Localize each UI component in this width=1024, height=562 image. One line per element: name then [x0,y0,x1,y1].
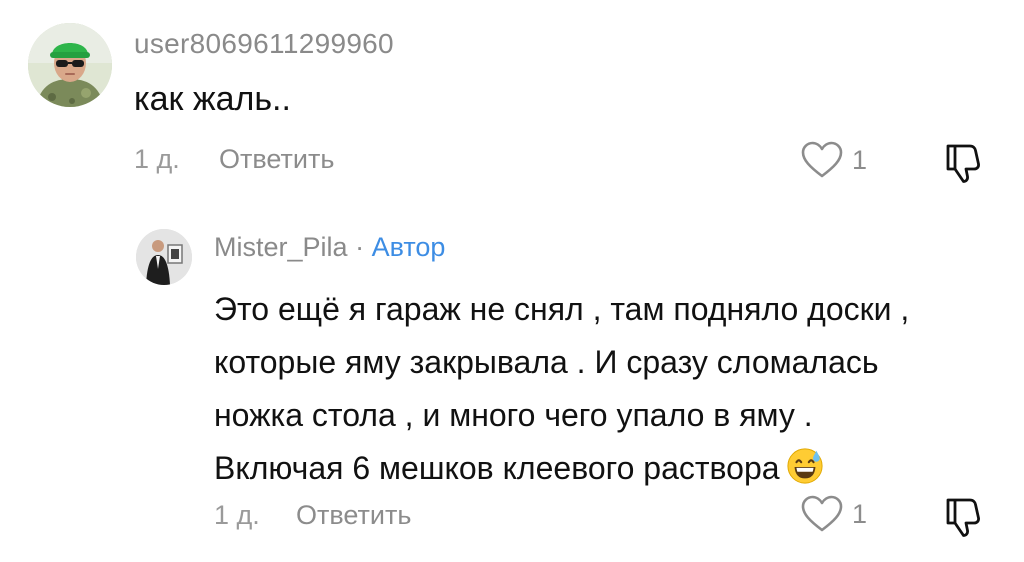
like-count: 1 [852,498,868,529]
heart-outline-icon [801,495,843,532]
avatar-photo [136,229,192,285]
reply-text-line: Это ещё я гараж не снял , там подняло до… [214,291,910,327]
reply-avatar[interactable] [136,229,192,285]
dislike-button[interactable] [940,494,986,543]
like-button[interactable]: 1 [800,140,867,180]
reply-header: Mister_Pila · Автор [214,232,445,263]
reply-text: Это ещё я гараж не снял , там подняло до… [214,283,1004,495]
avatar-photo [28,23,112,107]
reply-timestamp: 1 д. [214,500,260,530]
reply-button[interactable]: Ответить [296,500,411,531]
reply-button[interactable]: Ответить [219,144,334,175]
like-count: 1 [852,144,868,175]
dislike-button[interactable] [940,140,986,189]
like-button[interactable]: 1 [800,494,867,534]
thumbs-down-icon [946,144,980,183]
reply-text-line: которые яму закрывала . И сразу сломалас… [214,344,879,380]
comment-username[interactable]: user8069611299960 [134,28,394,60]
reply-text-line-with-emoji: Включая 6 мешков клеевого раствора [214,442,1004,495]
reply-text-line: Включая 6 мешков клеевого раствора [214,450,780,486]
reply-text-line: ножка стола , и много чего упало в яму . [214,397,813,433]
grinning-sweat-emoji [786,448,823,484]
header-separator: · [355,232,365,262]
comment-timestamp: 1 д. [134,144,180,174]
comments-thread: user8069611299960 как жаль.. 1 д. Ответи… [0,0,1024,562]
avatar[interactable] [28,23,112,107]
reply-username[interactable]: Mister_Pila [214,232,348,262]
comment-text: как жаль.. [134,80,291,118]
author-badge: Автор [371,232,446,262]
heart-outline-icon [801,141,843,178]
thumbs-down-icon [946,498,980,537]
